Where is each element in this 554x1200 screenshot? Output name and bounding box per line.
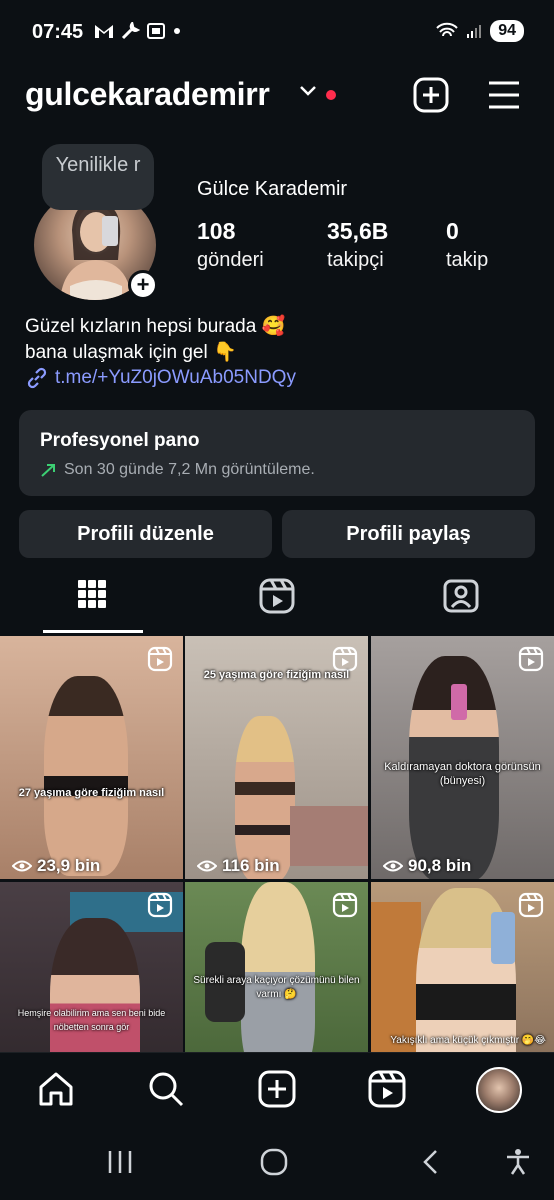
add-story-button[interactable]: + (128, 270, 158, 300)
status-time: 07:45 (32, 21, 84, 43)
wrench-icon (121, 22, 140, 40)
post-views: 116 bin (197, 856, 280, 876)
reel-badge-icon (147, 646, 173, 672)
post-tile[interactable]: Yakışıklı ama küçük çıkmıştır 🤭😂 (371, 882, 554, 1052)
edit-profile-button[interactable]: Profili düzenle (19, 510, 272, 558)
profile-tabs (0, 572, 554, 634)
notification-dot (326, 90, 336, 100)
phone-decor (451, 684, 467, 720)
bottom-nav (0, 1052, 554, 1128)
post-caption: Yakışıklı ama küçük çıkmıştır 🤭😂 (390, 1035, 546, 1046)
eye-icon (12, 860, 32, 872)
stat-following-value: 0 (446, 218, 459, 244)
grid-icon[interactable] (76, 578, 108, 610)
gmail-icon (95, 25, 113, 38)
stat-following[interactable]: 0 takip (446, 218, 488, 272)
screenshot-icon (147, 23, 165, 39)
create-icon[interactable] (257, 1069, 297, 1109)
post-caption: Kaldıramayan doktora görünsün (bünyesi) (384, 761, 541, 787)
link-icon (27, 367, 47, 389)
posts-grid: 27 yaşıma göre fiziğim nasıl 23,9 bin 25… (0, 636, 554, 1052)
stat-followers[interactable]: 35,6B takipçi (327, 218, 388, 272)
door-decor (371, 902, 421, 1052)
status-bar: 07:45 94 (0, 0, 554, 64)
battery-indicator: 94 (490, 20, 524, 42)
post-views: 23,9 bin (12, 856, 100, 876)
dashboard-title: Profesyonel pano (40, 430, 200, 451)
tagged-icon[interactable] (443, 578, 479, 614)
accessibility-icon[interactable] (504, 1148, 532, 1176)
post-caption: Hemşire olabilirim ama sen beni bide nöb… (17, 1008, 166, 1032)
professional-dashboard[interactable]: Profesyonel pano Son 30 günde 7,2 Mn gör… (19, 410, 535, 496)
chevron-down-icon[interactable] (298, 84, 318, 98)
stat-followers-label: takipçi (327, 249, 384, 271)
menu-icon[interactable] (487, 80, 521, 110)
post-tile[interactable]: 27 yaşıma göre fiziğim nasıl 23,9 bin (0, 636, 183, 879)
bio-link[interactable]: t.me/+YuZ0jOWuAb05NDQy (25, 366, 296, 390)
search-icon[interactable] (146, 1069, 186, 1109)
post-tile[interactable]: Kaldıramayan doktora görünsün (bünyesi) … (371, 636, 554, 879)
full-name: Gülce Karademir (197, 178, 348, 200)
bio-line-1: Güzel kızların hepsi burada 🥰 (25, 316, 286, 337)
post-tile[interactable]: Sürekli araya kaçıyor çözümünü bilen var… (185, 882, 368, 1052)
reel-badge-icon (147, 892, 173, 918)
post-caption: 25 yaşıma göre fiziğim nasıl (203, 669, 350, 681)
status-right: 94 (436, 20, 524, 42)
reel-badge-icon (518, 646, 544, 672)
system-nav (0, 1128, 554, 1200)
post-caption: Sürekli araya kaçıyor çözümünü bilen var… (193, 975, 360, 1000)
signal-icon (467, 25, 482, 38)
stat-posts-label: gönderi (197, 249, 264, 271)
reel-badge-icon (518, 892, 544, 918)
post-views: 90,8 bin (383, 856, 471, 876)
recents-icon[interactable] (106, 1148, 134, 1176)
post-views-count: 90,8 bin (408, 856, 472, 875)
profile-avatar-tab[interactable] (476, 1067, 522, 1113)
post-views-count: 23,9 bin (37, 856, 101, 875)
reel-badge-icon (332, 892, 358, 918)
reels-tab-icon[interactable] (259, 578, 295, 614)
stat-posts[interactable]: 108 gönderi (197, 218, 264, 272)
dot-icon (174, 28, 180, 34)
notes-bubble[interactable]: Yenilikle r (42, 144, 154, 210)
bio-line-2: bana ulaşmak için gel 👇 (25, 342, 237, 363)
create-post-icon[interactable] (412, 76, 450, 114)
stat-following-label: takip (446, 249, 489, 271)
dashboard-subtitle: Son 30 günde 7,2 Mn görüntüleme. (64, 461, 315, 478)
profile-header: gulcekarademirr (0, 70, 554, 122)
share-profile-button[interactable]: Profili paylaş (282, 510, 535, 558)
phone-decor (491, 912, 515, 964)
reels-icon[interactable] (367, 1069, 407, 1109)
post-tile[interactable]: Hemşire olabilirim ama sen beni bide nöb… (0, 882, 183, 1052)
stat-followers-value: 35,6B (327, 218, 389, 244)
bio-link-text[interactable]: t.me/+YuZ0jOWuAb05NDQy (55, 367, 296, 389)
wifi-icon (436, 22, 458, 37)
active-tab-indicator (43, 630, 143, 633)
bed-decor (290, 806, 368, 866)
post-caption: 27 yaşıma göre fiziğim nasıl (18, 787, 165, 799)
home-icon[interactable] (36, 1069, 76, 1109)
post-tile[interactable]: 25 yaşıma göre fiziğim nasıl 116 bin (185, 636, 368, 879)
trend-up-icon (41, 464, 55, 477)
username-switcher[interactable]: gulcekarademirr (25, 76, 270, 113)
dashboard-subtitle-row: Son 30 günde 7,2 Mn görüntüleme. (40, 461, 514, 479)
eye-icon (383, 860, 403, 872)
status-icons (94, 22, 182, 40)
post-views-count: 116 bin (222, 856, 280, 875)
bio: Güzel kızların hepsi burada 🥰 bana ulaşm… (25, 314, 285, 366)
back-icon[interactable] (418, 1148, 446, 1176)
eye-icon (197, 860, 217, 872)
home-circle-icon[interactable] (260, 1148, 288, 1176)
stat-posts-value: 108 (197, 218, 236, 244)
